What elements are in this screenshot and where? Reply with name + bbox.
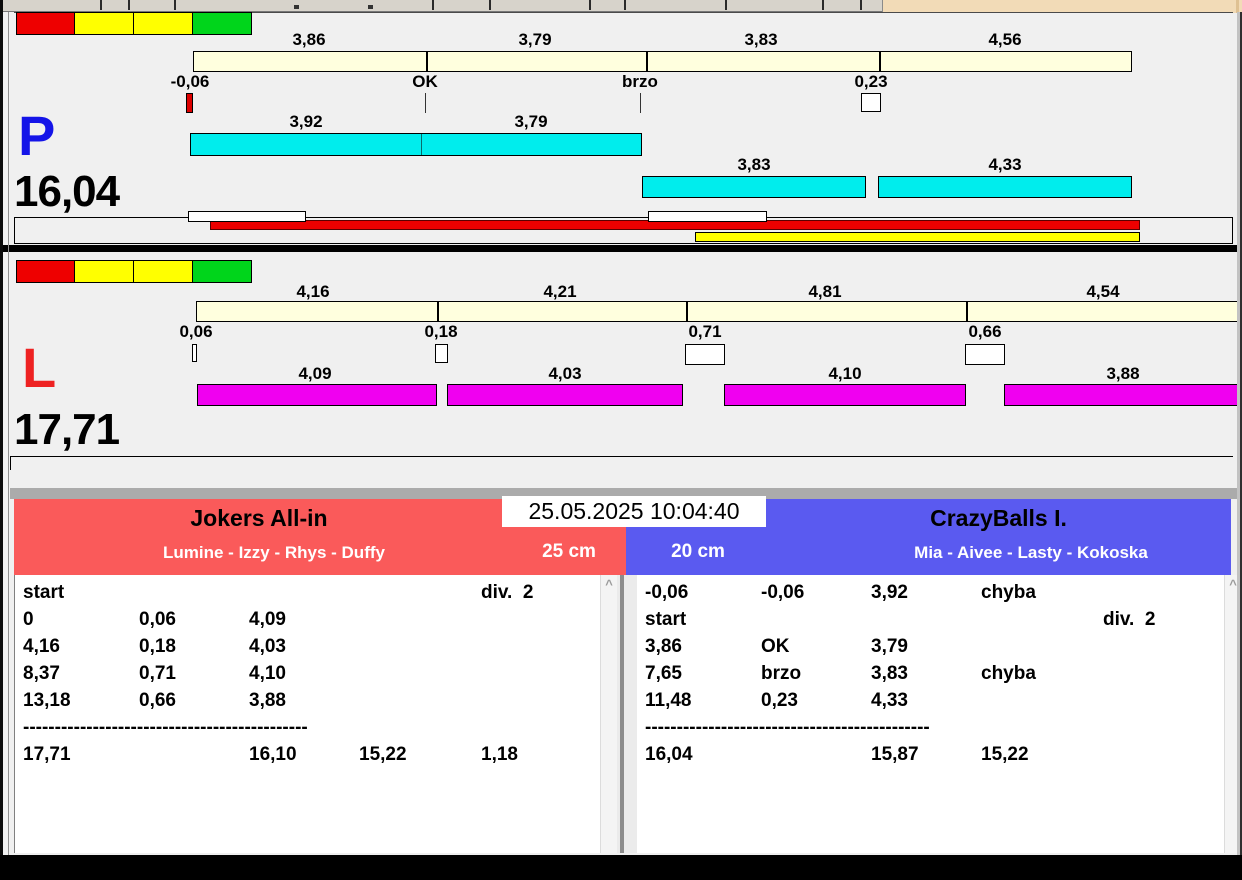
table-row: 3,86 OK 3,79 bbox=[645, 636, 908, 657]
p-exchange-marker-2 bbox=[425, 93, 426, 113]
l-exchange-4: 0,66 bbox=[968, 322, 1002, 341]
p-dog-bar-3 bbox=[642, 176, 866, 198]
window-bottom-bar bbox=[0, 855, 1242, 880]
p-split-1: 3,86 bbox=[292, 30, 326, 49]
p-exchange-2: OK bbox=[412, 72, 438, 91]
p-dog-time-1: 3,92 bbox=[289, 112, 323, 131]
right-team-height: 20 cm bbox=[671, 541, 725, 562]
table-row: 11,48 0,23 4,33 bbox=[645, 690, 908, 711]
l-dog-time-4: 3,88 bbox=[1106, 364, 1140, 383]
l-split-4: 4,54 bbox=[1086, 282, 1120, 301]
right-team-members: Mia - Aivee - Lasty - Kokoska bbox=[914, 543, 1148, 562]
l-exchange-2: 0,18 bbox=[424, 322, 458, 341]
light-yellow-1 bbox=[75, 12, 134, 35]
l-dog-time-2: 4,03 bbox=[548, 364, 582, 383]
light-green bbox=[193, 12, 252, 35]
p-dog-time-4: 4,33 bbox=[988, 155, 1022, 174]
light-yellow-1 bbox=[75, 260, 134, 283]
p-exchange-3: brzo bbox=[622, 72, 658, 91]
l-exchange-marker-1 bbox=[192, 344, 197, 362]
table-row: 4,16 0,18 4,03 bbox=[23, 636, 286, 657]
p-progress-yellow-bar bbox=[695, 232, 1140, 242]
scroll-up-icon[interactable]: ^ bbox=[601, 577, 617, 592]
l-dog-bar-4 bbox=[1004, 384, 1242, 406]
p-dog-time-3: 3,83 bbox=[737, 155, 771, 174]
l-progress-track bbox=[10, 456, 1233, 484]
l-exchange-marker-2 bbox=[435, 344, 448, 363]
p-progress-box-2 bbox=[648, 211, 767, 222]
lane-p-letter: P bbox=[18, 104, 56, 167]
p-exchange-marker-3 bbox=[640, 93, 641, 113]
datetime-display: 25.05.2025 10:04:40 bbox=[502, 496, 766, 527]
l-split-2: 4,21 bbox=[543, 282, 577, 301]
table-totals-row: 17,71 16,10 15,22 1,18 bbox=[23, 744, 518, 765]
left-table-scrollbar[interactable]: ^ bbox=[600, 575, 617, 853]
l-exchange-marker-4 bbox=[965, 344, 1005, 365]
table-dashes: ----------------------------------------… bbox=[645, 717, 930, 738]
lane-p-traffic-lights bbox=[16, 12, 252, 35]
p-dog-bar-row1 bbox=[190, 133, 642, 156]
table-row: 7,65 brzo 3,83 chyba bbox=[645, 663, 1036, 684]
l-split-bar bbox=[196, 301, 1242, 322]
table-row: 13,18 0,66 3,88 bbox=[23, 690, 286, 711]
l-dog-time-1: 4,09 bbox=[298, 364, 332, 383]
l-exchange-marker-3 bbox=[685, 344, 725, 365]
right-team-results-table[interactable]: -0,06 -0,06 3,92 chyba start div. 2 3,86 OK… bbox=[637, 575, 1224, 853]
l-dog-time-3: 4,10 bbox=[828, 364, 862, 383]
p-exchange-marker-1 bbox=[186, 93, 193, 113]
p-progress-box-1 bbox=[188, 211, 306, 222]
timing-app-window: 3,86 3,79 3,83 4,56 -0,06 OK brzo 0,23 3… bbox=[0, 0, 1242, 880]
left-team-height: 25 cm bbox=[542, 541, 596, 562]
toolbar-strip bbox=[0, 0, 882, 12]
table-row: start div. 2 bbox=[645, 609, 1156, 630]
l-dog-bar-2 bbox=[447, 384, 683, 406]
light-red bbox=[16, 12, 75, 35]
table-row: start div. 2 bbox=[23, 582, 534, 603]
table-divider bbox=[617, 575, 637, 853]
p-split-bar bbox=[193, 51, 1132, 72]
p-dog-time-2: 3,79 bbox=[514, 112, 548, 131]
lane-l-letter: L bbox=[22, 336, 57, 399]
p-split-4: 4,56 bbox=[988, 30, 1022, 49]
lane-p-total: 16,04 bbox=[14, 167, 120, 216]
l-exchange-3: 0,71 bbox=[688, 322, 722, 341]
left-team-results-table[interactable]: start div. 2 0 0,06 4,09 4,16 0,18 4,03 8,… bbox=[14, 575, 600, 853]
table-dashes: ----------------------------------------… bbox=[23, 717, 308, 738]
table-totals-row: 16,04 15,87 15,22 bbox=[645, 744, 1029, 765]
p-exchange-4: 0,23 bbox=[854, 72, 888, 91]
right-team-name: CrazyBalls I. bbox=[930, 505, 1067, 531]
light-red bbox=[16, 260, 75, 283]
p-dog-bar-4 bbox=[878, 176, 1132, 198]
left-team-members: Lumine - Izzy - Rhys - Duffy bbox=[163, 543, 385, 562]
p-exchange-1: -0,06 bbox=[170, 72, 210, 91]
p-exchange-marker-4 bbox=[861, 93, 881, 112]
p-split-3: 3,83 bbox=[744, 30, 778, 49]
l-exchange-1: 0,06 bbox=[179, 322, 213, 341]
l-dog-bar-1 bbox=[197, 384, 437, 406]
light-green bbox=[193, 260, 252, 283]
left-team-name: Jokers All-in bbox=[190, 505, 328, 531]
l-split-1: 4,16 bbox=[296, 282, 330, 301]
table-row: -0,06 -0,06 3,92 chyba bbox=[645, 582, 1036, 603]
panel-separator bbox=[3, 245, 1242, 252]
lane-l-total: 17,71 bbox=[14, 405, 120, 454]
window-left-border bbox=[0, 0, 3, 855]
table-row: 8,37 0,71 4,10 bbox=[23, 663, 286, 684]
table-row: 0 0,06 4,09 bbox=[23, 609, 286, 630]
lane-l-traffic-lights bbox=[16, 260, 252, 283]
light-yellow-2 bbox=[134, 12, 193, 35]
light-yellow-2 bbox=[134, 260, 193, 283]
l-split-3: 4,81 bbox=[808, 282, 842, 301]
p-split-2: 3,79 bbox=[518, 30, 552, 49]
l-dog-bar-3 bbox=[724, 384, 966, 406]
window-right-border bbox=[1237, 12, 1242, 855]
